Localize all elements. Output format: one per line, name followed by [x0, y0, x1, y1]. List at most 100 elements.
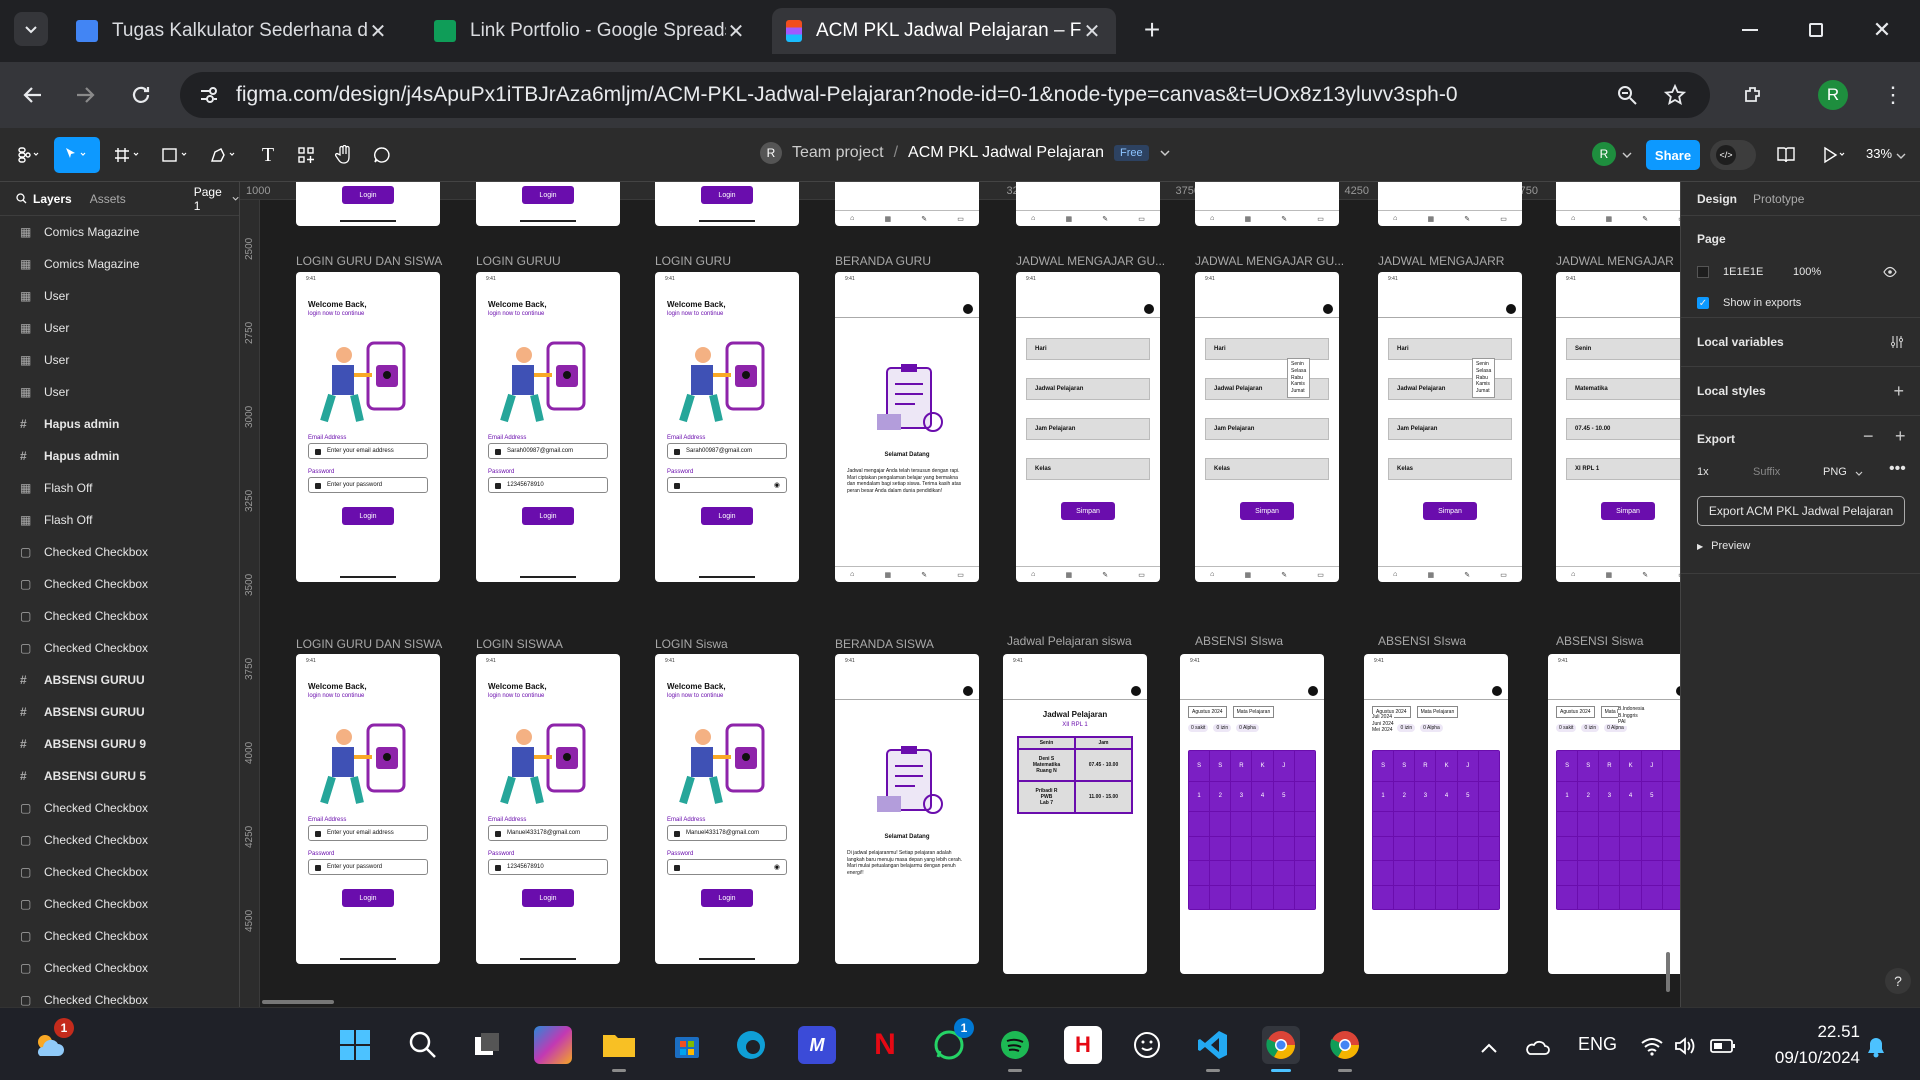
email-field[interactable]: Enter your email address [308, 443, 428, 459]
phone-frame[interactable]: 9:41 Welcome Back, login now to continue Em… [476, 272, 620, 582]
vertical-scrollbar[interactable] [1666, 952, 1670, 992]
calendar-cell[interactable] [1252, 861, 1273, 885]
preview-toggle[interactable]: ▶ Preview [1697, 540, 1750, 552]
layer-item[interactable]: ▦ User [0, 344, 239, 376]
day-option[interactable]: Kamis [1476, 381, 1491, 388]
calendar-cell[interactable] [1373, 861, 1394, 885]
calendar-icon[interactable]: ▦ [884, 215, 891, 223]
layer-item[interactable]: ▦ Comics Magazine [0, 248, 239, 280]
edit-icon[interactable]: ✎ [1642, 571, 1648, 579]
layer-item[interactable]: ▢ Checked Checkbox [0, 984, 239, 1007]
calendar-cell[interactable] [1394, 836, 1415, 860]
layer-item[interactable]: ▢ Checked Checkbox [0, 792, 239, 824]
edit-icon[interactable]: ✎ [921, 571, 927, 579]
calendar-cell[interactable] [1641, 885, 1662, 909]
library-book-icon[interactable] [1776, 146, 1796, 164]
calendar-cell[interactable] [1273, 861, 1294, 885]
phone-frame[interactable]: 9:41 Welcome Back, login now to continue Em… [296, 272, 440, 582]
zoom-level[interactable]: 33% [1866, 146, 1892, 161]
layer-item[interactable]: ▦ Flash Off [0, 472, 239, 504]
calendar-cell[interactable]: R [1231, 751, 1252, 781]
move-tool-button[interactable] [54, 137, 100, 173]
start-button[interactable] [336, 1026, 374, 1064]
layer-item[interactable]: ▦ Flash Off [0, 504, 239, 536]
calendar-cell[interactable] [1478, 781, 1499, 811]
phone-frame[interactable]: ⌂▦✎▭ [1556, 182, 1680, 226]
calendar-cell[interactable]: 3 [1231, 781, 1252, 811]
calendar-cell[interactable] [1394, 885, 1415, 909]
frame-label[interactable]: ABSENSI SIswa [1378, 634, 1466, 648]
day-dropdown-list[interactable]: Senin Selasa Rabu Kamis Jumat [1472, 358, 1496, 398]
variables-settings-icon[interactable] [1890, 335, 1904, 349]
frame-label[interactable]: Jadwal Pelajaran siswa [1007, 634, 1132, 648]
profile-avatar[interactable]: R [1818, 80, 1848, 110]
login-button[interactable]: Login [522, 507, 574, 525]
month-dropdown[interactable]: Juli 2024 Juni 2024 Mei 2024 [1372, 714, 1394, 734]
onedrive-cloud-icon[interactable] [1524, 1038, 1550, 1056]
month-option[interactable]: Juli 2024 [1372, 714, 1394, 721]
phone-frame[interactable]: 9:41 Hari Senin Selasa Rabu Kamis Jumat Jadwal … [1378, 272, 1522, 582]
emoji-app-icon[interactable] [1128, 1026, 1166, 1064]
calendar-icon[interactable]: ▦ [1065, 571, 1072, 579]
time-field[interactable]: Jam Pelajaran [1388, 418, 1512, 440]
calendar-cell[interactable]: J [1273, 751, 1294, 781]
layer-item[interactable]: ▦ User [0, 312, 239, 344]
add-style-plus-icon[interactable]: + [1893, 381, 1904, 402]
frame-label[interactable]: JADWAL MENGAJAR [1556, 254, 1674, 268]
login-button[interactable]: Login [701, 507, 753, 525]
app-h-icon[interactable]: H [1064, 1026, 1102, 1064]
user-profile-icon[interactable] [1506, 304, 1516, 314]
local-variables-label[interactable]: Local variables [1697, 335, 1784, 349]
calendar-cell[interactable]: 1 [1373, 781, 1394, 811]
layer-item[interactable]: # ABSENSI GURUU [0, 664, 239, 696]
layer-item[interactable]: # ABSENSI GURUU [0, 696, 239, 728]
figma-main-menu-button[interactable] [10, 137, 48, 173]
calendar-cell[interactable] [1415, 861, 1436, 885]
phone-frame[interactable]: 9:41 Agustus 2024Mata Pelajaran0 sakit 0 i… [1548, 654, 1680, 974]
layer-item[interactable]: ▢ Checked Checkbox [0, 824, 239, 856]
calendar-cell[interactable]: 4 [1436, 781, 1457, 811]
calendar-cell[interactable] [1273, 812, 1294, 836]
phone-frame[interactable]: ⌂▦✎▭ [1016, 182, 1160, 226]
chrome-icon[interactable] [1326, 1026, 1364, 1072]
layer-item[interactable]: ▢ Checked Checkbox [0, 568, 239, 600]
phone-frame[interactable]: ⌂▦✎▭ [835, 182, 979, 226]
calendar-cell[interactable]: 5 [1457, 781, 1478, 811]
calendar-cell[interactable] [1210, 812, 1231, 836]
phone-frame[interactable]: 9:41 Hari Senin Selasa Rabu Kamis Jumat Jadwal … [1195, 272, 1339, 582]
calendar-cell[interactable] [1373, 836, 1394, 860]
spotify-icon[interactable] [996, 1026, 1034, 1072]
month-filter[interactable]: Agustus 2024 [1556, 706, 1595, 718]
calendar-cell[interactable]: 2 [1210, 781, 1231, 811]
calendar-cell[interactable] [1373, 885, 1394, 909]
phone-frame[interactable]: 9:41 Welcome Back, login now to continue Em… [655, 654, 799, 964]
calendar-cell[interactable] [1436, 885, 1457, 909]
calendar-icon[interactable]: ▦ [1427, 571, 1434, 579]
netflix-icon[interactable]: N [866, 1026, 904, 1064]
class-field[interactable]: Kelas [1388, 458, 1512, 480]
book-icon[interactable]: ▭ [957, 215, 964, 223]
export-button[interactable]: Export ACM PKL Jadwal Pelajaran [1697, 496, 1905, 526]
password-field[interactable]: ◉ [667, 477, 787, 493]
calendar-icon[interactable]: ▦ [1427, 215, 1434, 223]
task-view-button[interactable] [468, 1026, 506, 1064]
calendar-cell[interactable] [1662, 861, 1680, 885]
calendar-cell[interactable] [1189, 812, 1210, 836]
ms-store-icon[interactable] [668, 1026, 706, 1064]
password-field[interactable]: 12345678910 [488, 477, 608, 493]
layer-item[interactable]: ▦ Comics Magazine [0, 216, 239, 248]
calendar-cell[interactable] [1436, 812, 1457, 836]
email-field[interactable]: Enter your email address [308, 825, 428, 841]
frame-label[interactable]: ABSENSI Siswa [1556, 634, 1643, 648]
bookmark-star-icon[interactable] [1664, 84, 1686, 106]
hand-tool-button[interactable] [328, 137, 360, 173]
password-field[interactable]: Enter your password [308, 477, 428, 493]
chevron-up-icon[interactable] [1480, 1042, 1498, 1054]
calendar-cell[interactable] [1620, 861, 1641, 885]
phone-frame[interactable]: ⌂▦✎▭ [1378, 182, 1522, 226]
home-icon[interactable]: ⌂ [1210, 571, 1214, 578]
calendar-cell[interactable]: 1 [1557, 781, 1578, 811]
search-button[interactable] [404, 1026, 442, 1064]
email-field[interactable]: Sarah00987@gmail.com [488, 443, 608, 459]
phone-frame[interactable]: 9:41 Welcome Back, login now to continue Em… [476, 654, 620, 964]
